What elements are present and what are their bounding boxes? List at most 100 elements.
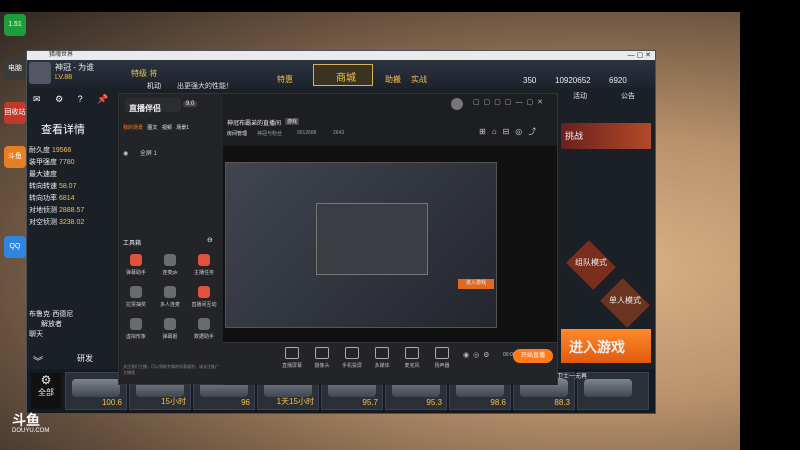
stat-label: 耐久度 — [29, 147, 50, 154]
all-label: 全部 — [38, 388, 54, 397]
desktop-icon-recycle[interactable]: 回收站 — [4, 102, 26, 124]
tool-screen[interactable]: 直播屏幕 — [277, 347, 307, 369]
chevron-down-icon[interactable]: ︾ — [33, 353, 43, 368]
nav-recruit[interactable]: 助搬 — [385, 74, 401, 85]
mail-icon[interactable]: ✉ — [33, 94, 41, 104]
icon-row: ✉ ⚙ ? 📌 — [33, 94, 113, 112]
tank-card-value: 98.6 — [490, 398, 506, 407]
tool-mic[interactable]: 麦克风 — [397, 347, 427, 369]
gear-icon[interactable]: ⚙ — [55, 94, 63, 104]
tab-my-scenes[interactable]: 我的场景 — [123, 125, 143, 131]
chat-panel: 布鲁克·西德尼 解放者 聊天 — [29, 309, 119, 339]
currency-a: 350 — [523, 76, 537, 85]
tab-scene1[interactable]: 场景1 — [176, 125, 189, 131]
black-margin — [740, 0, 800, 450]
tool-label: 直播屏幕 — [281, 363, 302, 369]
enter-game-label: 进入游戏 — [569, 339, 625, 355]
stat-label: 最大速度 — [29, 171, 57, 178]
currency-b: 10920652 — [555, 76, 591, 85]
tool-vote[interactable]: 拉票抽奖 — [123, 286, 149, 308]
player-name: 神冠 - 为谁 — [55, 63, 95, 72]
preview-capture: 进入游戏 — [225, 162, 497, 328]
record-controls[interactable]: ◉◎⚙ — [463, 351, 494, 359]
tool-interact[interactable]: 直播间互动 — [191, 286, 217, 308]
tool-multi[interactable]: 多人连麦 — [157, 286, 183, 308]
stream-preview: 进入游戏 — [223, 146, 557, 342]
tool-camera[interactable]: 摄像头 — [307, 347, 337, 369]
notice-label[interactable]: 公告 — [621, 91, 635, 101]
nav-practice[interactable]: 实战 — [411, 74, 427, 85]
tab-graphic[interactable]: 图文 — [147, 125, 157, 131]
all-filter[interactable]: ⚙ 全部 — [31, 373, 61, 409]
avatar[interactable] — [29, 62, 51, 84]
channel-meta-0[interactable]: 房间管理 — [227, 130, 247, 137]
pin-icon[interactable]: 📌 — [97, 94, 108, 104]
challenge-banner[interactable]: 挑战 — [561, 123, 651, 149]
scene-item[interactable]: ◉ 全屏 1 — [123, 148, 157, 157]
tank-card-value: 96 — [241, 398, 250, 407]
desktop-icon-douyu[interactable]: 斗鱼 — [4, 146, 26, 168]
stat-label: 转向功率 — [29, 195, 57, 202]
tool-speaker[interactable]: 扬声器 — [427, 347, 457, 369]
research-button[interactable]: 研发 — [77, 353, 93, 364]
tank-card-value: 1天15小时 — [276, 397, 314, 406]
stat-row: 耐久度 19566 — [29, 145, 119, 157]
stat-row: 转向功率 6814 — [29, 193, 119, 205]
tool-label: 数据助手 — [193, 334, 214, 340]
tank-card[interactable] — [577, 372, 649, 410]
desktop-icon-label: 回收站 — [4, 109, 26, 116]
collapse-icon[interactable]: ⊖ — [207, 236, 213, 244]
start-stream-button[interactable]: 开始直播 — [513, 349, 553, 363]
game-window-titlebar: 猎魂世界 — ▢ ✕ — [27, 51, 655, 60]
channel-tag: 游戏 — [285, 118, 300, 125]
stat-label: 转向转速 — [29, 183, 57, 190]
notice-text: 出更强大的性能！ — [177, 83, 233, 90]
detail-button[interactable]: 查看详情 — [41, 121, 101, 141]
tank-card-value: 95.3 — [426, 398, 442, 407]
tool-danmuji[interactable]: 弹幕姬 — [157, 318, 183, 340]
enter-game-button[interactable]: 进入游戏 — [561, 329, 651, 363]
eye-icon[interactable]: ◉ — [123, 151, 128, 157]
chat-line: 布鲁克·西德尼 — [29, 311, 74, 318]
tank-card-value: 15小时 — [161, 397, 186, 406]
desktop-icon-label: 电脑 — [8, 65, 22, 72]
tool-pk[interactable]: 连麦pk — [157, 254, 183, 276]
stat-value: 58.07 — [58, 183, 77, 190]
desktop-icon-top[interactable]: 1.51 — [4, 14, 26, 36]
tab-video[interactable]: 视频 — [162, 125, 172, 131]
window-controls[interactable]: — ▢ ✕ — [628, 51, 651, 60]
tool-label: 虚拟形象 — [125, 334, 146, 340]
tool-danmu[interactable]: 弹幕助手 — [123, 254, 149, 276]
tool-label: 摄像头 — [314, 363, 330, 369]
stat-value: 19566 — [51, 147, 72, 154]
tool-phone[interactable]: 手机投屏 — [337, 347, 367, 369]
header-icons[interactable]: ⊞⌂⊟◎⤴ — [479, 126, 542, 137]
gear-icon: ⚙ — [40, 373, 52, 387]
activity-label[interactable]: 活动 — [573, 91, 587, 101]
tool-label: 多人连麦 — [159, 302, 180, 308]
sidebar-tabs: 我的场景 图文 视频 场景1 — [123, 124, 221, 131]
stats-list: 耐久度 19566 装甲强度 7780 最大速度 转向转速 58.07 转向功率… — [29, 145, 119, 229]
solo-mode-label: 单人模式 — [609, 296, 641, 305]
desktop-icon-qq[interactable]: QQ — [4, 236, 26, 258]
nav-special[interactable]: 特惠 — [277, 74, 293, 85]
tool-avatar[interactable]: 虚拟形象 — [123, 318, 149, 340]
tank-card-value: 95.7 — [362, 398, 378, 407]
channel-meta-2: 9912688 — [297, 130, 317, 136]
channel-title: 神冠布霸弟的直播间 — [227, 121, 282, 127]
tool-task[interactable]: 主播任务 — [191, 254, 217, 276]
tool-label: 多媒体 — [374, 363, 390, 369]
stat-row: 最大速度 — [29, 169, 119, 181]
avatar[interactable] — [451, 98, 463, 110]
tool-data[interactable]: 数据助手 — [191, 318, 217, 340]
window-controls[interactable]: ▢▢▢▢—▢✕ — [473, 98, 547, 106]
nav-mall-button[interactable]: 商城 — [313, 64, 373, 86]
tank-card-value: 88.3 — [554, 398, 570, 407]
desktop-icon-computer[interactable]: 电脑 — [4, 58, 26, 80]
currency-c: 6920 — [609, 76, 627, 85]
player-rank: 特级 将 — [131, 69, 158, 78]
help-icon[interactable]: ? — [78, 94, 83, 104]
nested-window — [316, 203, 428, 275]
tool-label: 直播间互动 — [191, 302, 217, 308]
tool-media[interactable]: 多媒体 — [367, 347, 397, 369]
